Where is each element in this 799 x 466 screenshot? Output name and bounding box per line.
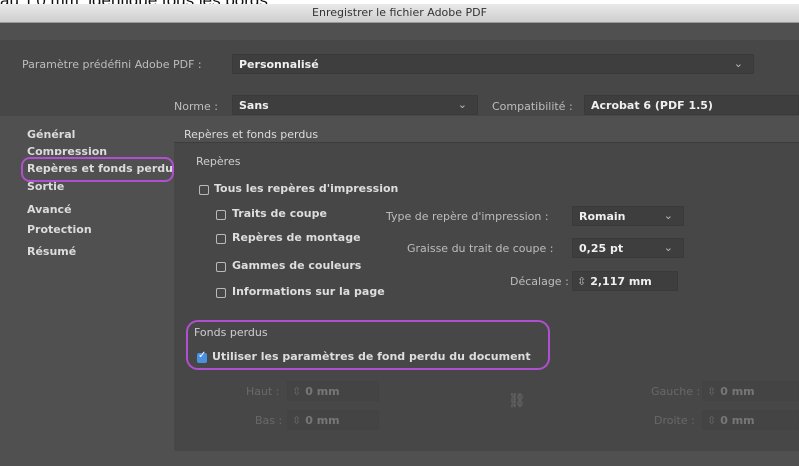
sidebar-highlight-outline [21,157,174,182]
bleed-bottom-label: Bas : [255,414,283,427]
sidebar-item-general[interactable]: Général [27,128,75,141]
save-pdf-dialog: Enregistrer le fichier Adobe PDF Paramèt… [0,4,799,466]
chevron-down-icon: ⌄ [663,209,673,222]
chevron-down-icon: ⌄ [663,241,673,254]
compat-value: Acrobat 6 (PDF 1.5) [591,99,713,112]
color-bars-checkbox[interactable] [216,262,226,272]
chevron-down-icon: ⌄ [733,57,743,70]
mark-type-label: Type de repère d'impression : [386,210,549,223]
sidebar-item-compression[interactable]: Compression [27,145,107,155]
bleed-right-label: Droite : [654,414,695,427]
preset-value: Personnalisé [239,58,319,71]
trim-weight-label: Graisse du trait de coupe : [407,242,554,255]
trim-weight-select[interactable]: 0,25 pt ⌄ [572,238,684,258]
bleed-top-field[interactable]: ⇳ 0 mm [287,381,379,401]
sidebar-item-summary[interactable]: Résumé [27,245,76,258]
registration-marks-checkbox[interactable] [216,234,226,244]
bleed-bottom-value: 0 mm [305,414,340,427]
panel-title: Repères et fonds perdus [184,128,319,141]
color-bars-label: Gammes de couleurs [232,259,362,272]
mark-type-value: Romain [579,210,626,223]
bleed-top-value: 0 mm [305,385,340,398]
bleed-left-value: 0 mm [720,385,755,398]
bleed-left-field[interactable]: ⇳ 0 mm [702,381,799,401]
preset-label: Paramètre prédéfini Adobe PDF : [22,58,202,71]
offset-field[interactable]: ⇳ 2,117 mm [572,271,678,291]
title-bar: Enregistrer le fichier Adobe PDF [0,4,799,23]
use-doc-bleed-checkbox[interactable] [197,350,207,363]
crop-marks-label: Traits de coupe [232,207,327,220]
mark-type-select[interactable]: Romain ⌄ [572,206,684,226]
bleed-right-field[interactable]: ⇳ 0 mm [702,410,799,430]
offset-label: Décalage : [510,275,569,288]
all-marks-label: Tous les repères d'impression [214,182,399,195]
bleed-bottom-field[interactable]: ⇳ 0 mm [287,410,379,430]
stepper-icon[interactable]: ⇳ [707,385,716,398]
crop-marks-checkbox[interactable] [216,210,226,220]
sidebar-item-advanced[interactable]: Avancé [27,203,72,216]
marks-section-title: Repères [196,155,241,168]
bleed-top-label: Haut : [246,385,280,398]
stepper-icon[interactable]: ⇳ [292,414,301,427]
sidebar-item-output[interactable]: Sortie [27,180,64,193]
trim-weight-value: 0,25 pt [579,242,624,255]
page-info-checkbox[interactable] [216,288,226,298]
stepper-icon[interactable]: ⇳ [707,414,716,427]
window-title: Enregistrer le fichier Adobe PDF [312,6,487,19]
compat-label: Compatibilité : [492,100,573,113]
standard-value: Sans [239,99,269,112]
use-doc-bleed-label: Utiliser les paramètres de fond perdu du… [212,350,531,363]
preset-select[interactable]: Personnalisé ⌄ [232,54,754,74]
sidebar-item-security[interactable]: Protection [27,223,92,236]
bleed-right-value: 0 mm [720,414,755,427]
link-icon[interactable]: ⛓ [508,393,526,409]
stepper-icon[interactable]: ⇳ [292,385,301,398]
standard-select[interactable]: Sans ⌄ [232,95,478,115]
all-marks-checkbox[interactable] [199,185,209,195]
stepper-icon[interactable]: ⇳ [577,275,586,288]
offset-value: 2,117 mm [590,275,652,288]
page-info-label: Informations sur la page [232,285,385,298]
compat-select[interactable]: Acrobat 6 (PDF 1.5) [584,95,799,115]
standard-label: Norme : [174,100,218,113]
registration-marks-label: Repères de montage [232,231,361,244]
chevron-down-icon: ⌄ [457,98,467,111]
bleed-left-label: Gauche : [651,385,701,398]
